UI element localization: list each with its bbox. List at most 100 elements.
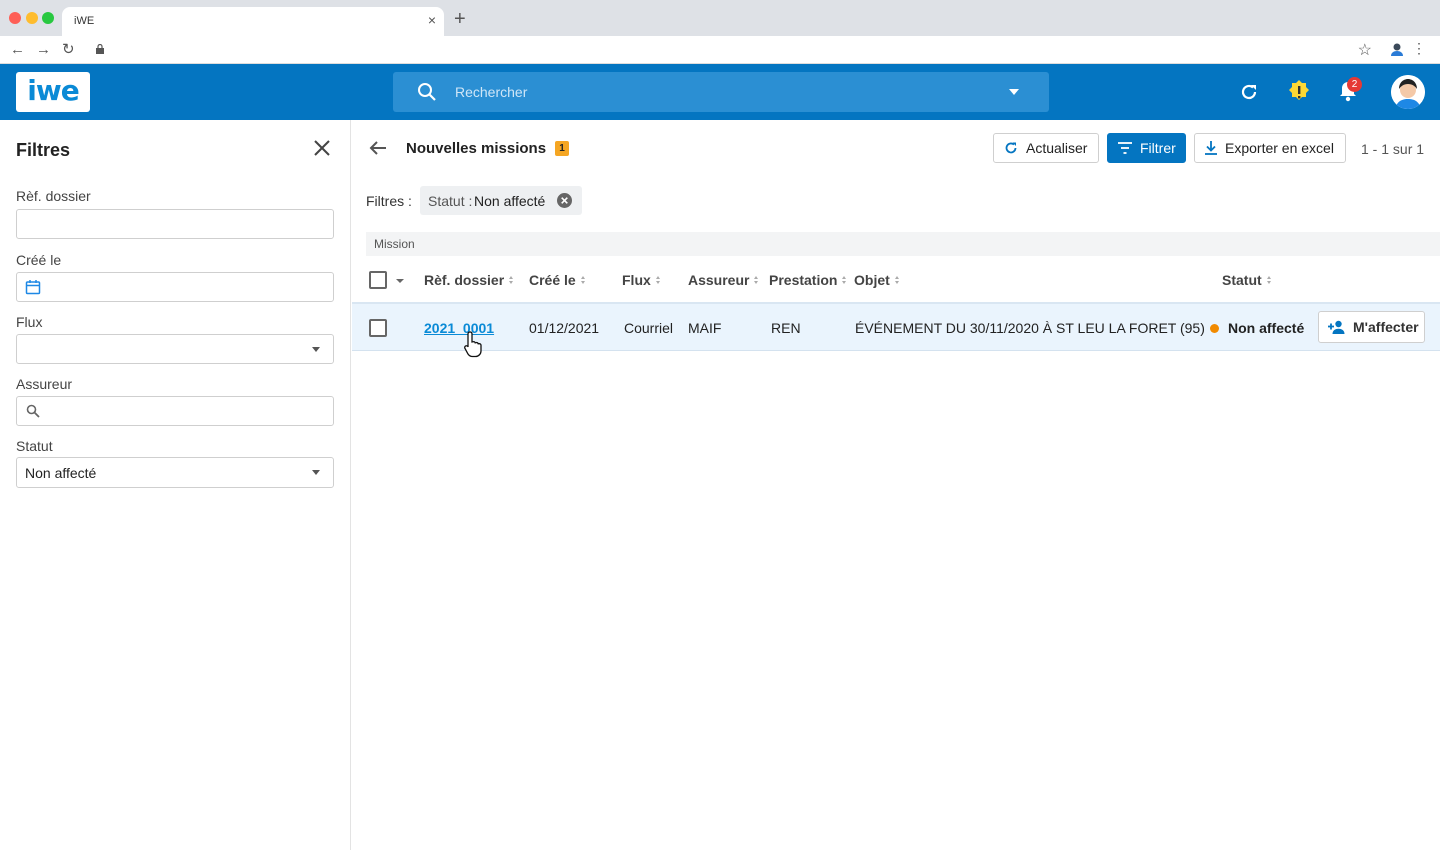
assign-me-button[interactable]: M'affecter (1318, 311, 1425, 343)
sort-icon (1266, 275, 1272, 285)
column-prestation[interactable]: Prestation (769, 272, 847, 288)
assureur-search-field[interactable] (16, 396, 334, 426)
sort-icon (655, 275, 661, 285)
cree-le-label: Créé le (16, 252, 62, 268)
column-ref-dossier[interactable]: Rèf. dossier (424, 272, 514, 288)
filter-chip-statut: Statut : Non affecté (420, 186, 582, 215)
window-minimize-button[interactable] (26, 12, 38, 24)
chevron-down-icon (312, 347, 320, 352)
assign-me-label: M'affecter (1353, 319, 1419, 335)
column-flux[interactable]: Flux (622, 272, 661, 288)
column-label: Flux (622, 272, 651, 288)
logo[interactable]: iwe (16, 72, 90, 112)
sort-icon (842, 275, 847, 285)
download-icon (1205, 141, 1217, 155)
export-excel-label: Exporter en excel (1225, 140, 1334, 156)
cell-flux: Courriel (624, 320, 674, 336)
column-label: Assureur (688, 272, 750, 288)
filtrer-button[interactable]: Filtrer (1107, 133, 1186, 163)
column-label: Objet (854, 272, 890, 288)
page-title: Nouvelles missions (406, 140, 547, 157)
browser-tab[interactable]: iWE × (62, 7, 444, 36)
calendar-icon[interactable] (25, 279, 41, 295)
hand-cursor-icon (464, 331, 482, 358)
alert-icon[interactable] (1286, 79, 1312, 105)
flux-select[interactable] (16, 334, 334, 364)
filtrer-label: Filtrer (1140, 140, 1176, 156)
actualiser-label: Actualiser (1026, 140, 1088, 156)
column-label: Prestation (769, 272, 838, 288)
tab-close-icon[interactable]: × (428, 12, 436, 28)
cell-objet: ÉVÉNEMENT DU 30/11/2020 À ST LEU LA FORE… (855, 320, 1205, 336)
browser-menu-icon[interactable]: ⋮ (1412, 40, 1426, 57)
column-label: Statut (1222, 272, 1262, 288)
sort-icon (894, 275, 900, 285)
statut-label: Statut (16, 438, 53, 454)
avatar-icon (1391, 75, 1425, 109)
chevron-down-icon[interactable] (1009, 89, 1019, 95)
bookmark-star-icon[interactable]: ☆ (1358, 40, 1372, 60)
statut-select[interactable]: Non affecté (16, 457, 334, 488)
add-user-icon (1328, 320, 1345, 334)
statut-value: Non affecté (25, 465, 97, 481)
column-label: Créé le (529, 272, 576, 288)
ref-dossier-field[interactable] (16, 209, 334, 239)
search-icon (418, 83, 436, 101)
sidebar-title: Filtres (16, 140, 71, 160)
sort-icon (754, 275, 759, 285)
window-close-button[interactable] (9, 12, 21, 24)
browser-tab-bar: iWE × + (0, 0, 1440, 36)
profile-icon[interactable] (1390, 42, 1404, 56)
cell-cree-le: 01/12/2021 (529, 320, 600, 336)
chevron-down-icon (312, 470, 320, 475)
chip-key: Statut : (428, 193, 473, 209)
status-badge: Non affecté (1228, 320, 1305, 336)
ref-dossier-label: Rèf. dossier (16, 188, 91, 204)
actualiser-button[interactable]: Actualiser (993, 133, 1099, 163)
forward-icon[interactable]: → (36, 41, 51, 59)
browser-address-bar: ← → ↻ ☆ ⋮ (0, 36, 1440, 64)
back-icon[interactable]: ← (10, 41, 25, 59)
section-header: Mission (366, 232, 1440, 256)
app-header: iwe Rechercher 2 (0, 64, 1440, 120)
table-row[interactable]: 2021_0001 01/12/2021 Courriel MAIF REN É… (352, 304, 1440, 351)
column-cree-le[interactable]: Créé le (529, 272, 586, 288)
column-objet[interactable]: Objet (854, 272, 900, 288)
back-arrow-icon[interactable] (368, 138, 388, 158)
filters-sidebar: Filtres Rèf. dossier Créé le Flux Assure… (0, 120, 351, 850)
tab-title: iWE (74, 15, 95, 27)
cree-le-date-field[interactable] (16, 272, 334, 302)
sort-icon (580, 275, 586, 285)
search-icon (26, 404, 40, 418)
search-input[interactable]: Rechercher (455, 84, 527, 100)
column-assureur[interactable]: Assureur (688, 272, 759, 288)
count-badge: 1 (555, 141, 569, 156)
cell-assureur: MAIF (688, 320, 722, 336)
notification-badge: 2 (1347, 77, 1362, 92)
main-content: Nouvelles missions 1 Actualiser Filtrer … (352, 120, 1440, 850)
refresh-icon (1004, 141, 1018, 155)
row-checkbox[interactable] (369, 319, 387, 337)
avatar[interactable] (1391, 75, 1425, 109)
chevron-down-icon[interactable] (396, 279, 404, 283)
close-icon[interactable] (312, 138, 332, 158)
lock-icon (96, 44, 104, 54)
section-label: Mission (374, 237, 415, 251)
reload-icon[interactable]: ↻ (62, 41, 75, 59)
pagination-info: 1 - 1 sur 1 (1361, 141, 1425, 157)
global-search[interactable]: Rechercher (393, 72, 1049, 112)
export-excel-button[interactable]: Exporter en excel (1194, 133, 1346, 163)
sort-icon (509, 275, 514, 285)
assureur-label: Assureur (16, 376, 73, 392)
select-all-checkbox[interactable] (369, 271, 387, 289)
refresh-icon[interactable] (1238, 81, 1260, 103)
new-tab-button[interactable]: + (454, 9, 466, 29)
cell-prestation: REN (771, 320, 801, 336)
status-dot (1210, 324, 1219, 333)
remove-filter-icon[interactable] (557, 193, 572, 208)
column-statut[interactable]: Statut (1222, 272, 1272, 288)
filter-icon (1118, 142, 1132, 154)
active-filters-label: Filtres : (366, 193, 412, 209)
flux-label: Flux (16, 314, 43, 330)
window-maximize-button[interactable] (42, 12, 54, 24)
